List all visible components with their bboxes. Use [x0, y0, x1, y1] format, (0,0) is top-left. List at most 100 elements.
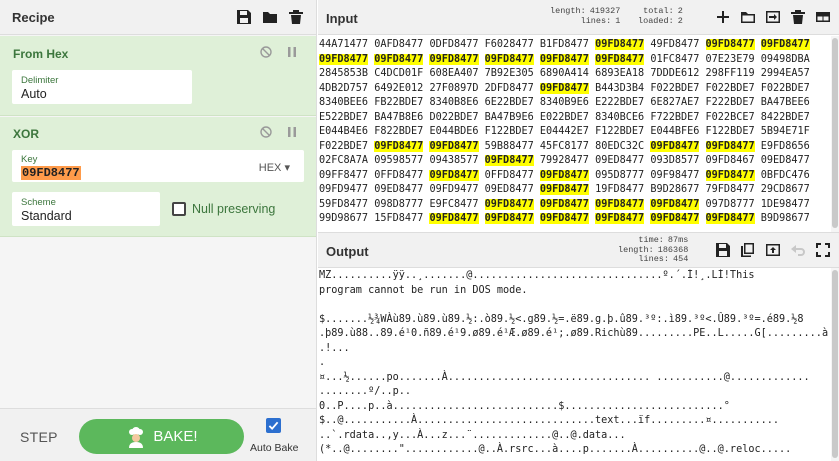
- input-textarea[interactable]: 44A71477 0AFD8477 0DFD8477 F6028477 B1FD…: [319, 38, 830, 227]
- hex-token: F122BDE7: [484, 126, 534, 137]
- highlighted-token: 09FD8477: [539, 198, 589, 210]
- null-preserving-option[interactable]: Null preserving: [172, 202, 275, 216]
- highlighted-token: 09FD8477: [650, 213, 700, 224]
- highlighted-token: 09FD8477: [539, 169, 589, 181]
- trash-icon[interactable]: [288, 9, 304, 25]
- input-scrollbar-thumb[interactable]: [832, 38, 838, 228]
- output-line: ........º/..p..: [319, 386, 412, 397]
- save-icon[interactable]: [236, 9, 252, 25]
- key-format-value: HEX: [258, 162, 282, 174]
- operation-from-hex[interactable]: From Hex Delimiter Auto: [0, 36, 316, 116]
- input-scrollbar[interactable]: [831, 36, 839, 232]
- hex-token: B9D28677: [650, 184, 700, 195]
- hex-token: C4DCD01F: [374, 68, 424, 79]
- highlighted-token: 09FD8477: [539, 184, 589, 195]
- folder-icon[interactable]: [262, 9, 278, 25]
- hex-token: 0AFD8477: [374, 39, 424, 50]
- undo-icon[interactable]: [790, 242, 806, 258]
- output-line: $.......½¾WÀù89.ù89.ù89.½:.ò89.½<.g89.½=…: [319, 313, 804, 325]
- hex-token: 29CD8677: [760, 184, 810, 195]
- input-line: 4DB2D757 6492E012 27F0897D 2DFD8477 09FD…: [319, 82, 830, 97]
- highlighted-token: 09FD8477: [429, 53, 479, 65]
- hex-token: 09FD9477: [429, 184, 479, 195]
- hex-token: 09FD8467: [705, 155, 755, 166]
- auto-bake-checkbox[interactable]: [266, 418, 281, 433]
- hex-token: BA47B8E6: [374, 111, 424, 123]
- disable-icon[interactable]: [260, 46, 272, 61]
- hex-token: 5B94E71F: [760, 126, 810, 137]
- open-file-icon[interactable]: [765, 9, 781, 25]
- copy-icon[interactable]: [740, 242, 756, 258]
- hex-token: 4DB2D757: [319, 82, 369, 94]
- hex-token: 09498DBA: [760, 53, 810, 65]
- hex-token: F122BDE7: [705, 126, 755, 137]
- replace-input-icon[interactable]: [765, 242, 781, 258]
- disable-icon[interactable]: [260, 126, 272, 141]
- input-line: 2845853B C4DCD01F 608EA407 7B92E305 6890…: [319, 67, 830, 82]
- scheme-field[interactable]: Scheme Standard: [12, 192, 160, 226]
- delimiter-field[interactable]: Delimiter Auto: [12, 70, 192, 104]
- input-line: 59FD8477 098D8777 E9FC8477 09FD8477 09FD…: [319, 198, 830, 213]
- input-header: Input length: 419327 lines: 1 total: 2 load…: [318, 0, 839, 35]
- output-scrollbar[interactable]: [831, 268, 839, 461]
- hex-token: 097D8777: [705, 198, 755, 210]
- null-preserving-checkbox[interactable]: [172, 202, 186, 216]
- key-format-dropdown[interactable]: HEX ▾: [259, 161, 290, 174]
- hex-token: F222BDE7: [705, 97, 755, 108]
- highlighted-token: 09FD8477: [650, 140, 700, 152]
- pause-icon[interactable]: [286, 46, 298, 61]
- input-line: 09FD9477 09ED8477 09FD9477 09ED8477 09FD…: [319, 183, 830, 198]
- null-preserving-label: Null preserving: [192, 202, 276, 216]
- highlighted-token: 09FD8477: [484, 155, 534, 166]
- operation-xor[interactable]: XOR Key 09FD8477 HEX ▾ Scheme Standard N…: [0, 117, 316, 237]
- highlighted-token: 09FD8477: [429, 169, 479, 181]
- input-line: 99D98677 15FD8477 09FD8477 09FD8477 09FD…: [319, 212, 830, 227]
- hex-token: B443D3B4: [595, 82, 645, 94]
- hex-token: 09598577: [374, 155, 424, 166]
- lines-label: lines:: [580, 15, 612, 26]
- save-output-icon[interactable]: [715, 242, 731, 258]
- hex-token: F022BDE7: [760, 82, 810, 94]
- highlighted-token: 09FD8477: [595, 39, 645, 50]
- hex-token: 8340BCE6: [595, 111, 645, 123]
- output-scrollbar-thumb[interactable]: [832, 270, 838, 458]
- input-line: E522BDE7 BA47B8E6 D022BDE7 BA47B9E6 E022…: [319, 111, 830, 126]
- add-tab-icon[interactable]: [715, 9, 731, 25]
- hex-token: 07E23E79: [705, 53, 755, 65]
- maximize-icon[interactable]: [815, 242, 831, 258]
- highlighted-token: 09FD8477: [650, 198, 700, 210]
- loaded-value: 2: [677, 15, 683, 26]
- delimiter-label: Delimiter: [21, 75, 59, 86]
- hex-token: 45FC8177: [539, 140, 589, 152]
- hex-token: 8422BDE7: [760, 111, 810, 123]
- hex-token: 09ED8477: [595, 155, 645, 166]
- clear-input-icon[interactable]: [790, 9, 806, 25]
- hex-token: 6E22BDE7: [484, 97, 534, 108]
- bake-button[interactable]: BAKE!: [79, 419, 244, 454]
- hex-token: 80EDC32C: [595, 140, 645, 152]
- loaded-label: loaded:: [638, 15, 674, 26]
- hex-token: BA47B9E6: [484, 111, 534, 123]
- pause-icon[interactable]: [286, 126, 298, 141]
- hex-token: 27F0897D: [429, 82, 479, 94]
- key-field[interactable]: Key 09FD8477 HEX ▾: [12, 150, 304, 182]
- hex-token: E9FC8477: [429, 198, 479, 210]
- highlighted-token: 09FD8477: [429, 140, 479, 152]
- layout-icon[interactable]: [815, 9, 831, 25]
- hex-token: 02FC8A7A: [319, 155, 369, 166]
- lines-value: 1: [615, 15, 621, 26]
- hex-token: 1DE98477: [760, 198, 810, 210]
- input-line: 02FC8A7A 09598577 09438577 09FD8477 7992…: [319, 154, 830, 169]
- hex-token: 15FD8477: [374, 213, 424, 224]
- output-textarea[interactable]: MZ..........ÿÿ..¸.......@...............…: [319, 269, 830, 461]
- operation-title: XOR: [13, 127, 40, 141]
- input-panel: Input length: 419327 lines: 1 total: 2 load…: [318, 0, 839, 232]
- highlighted-token: 09FD8477: [539, 82, 589, 94]
- output-line: program cannot be run in DOS mode.: [319, 284, 528, 296]
- hex-token: 09FD9477: [319, 184, 369, 195]
- hex-token: 44A71477: [319, 39, 369, 50]
- open-folder-icon[interactable]: [740, 9, 756, 25]
- step-button[interactable]: STEP: [20, 429, 58, 445]
- highlighted-token: 09FD8477: [705, 169, 755, 181]
